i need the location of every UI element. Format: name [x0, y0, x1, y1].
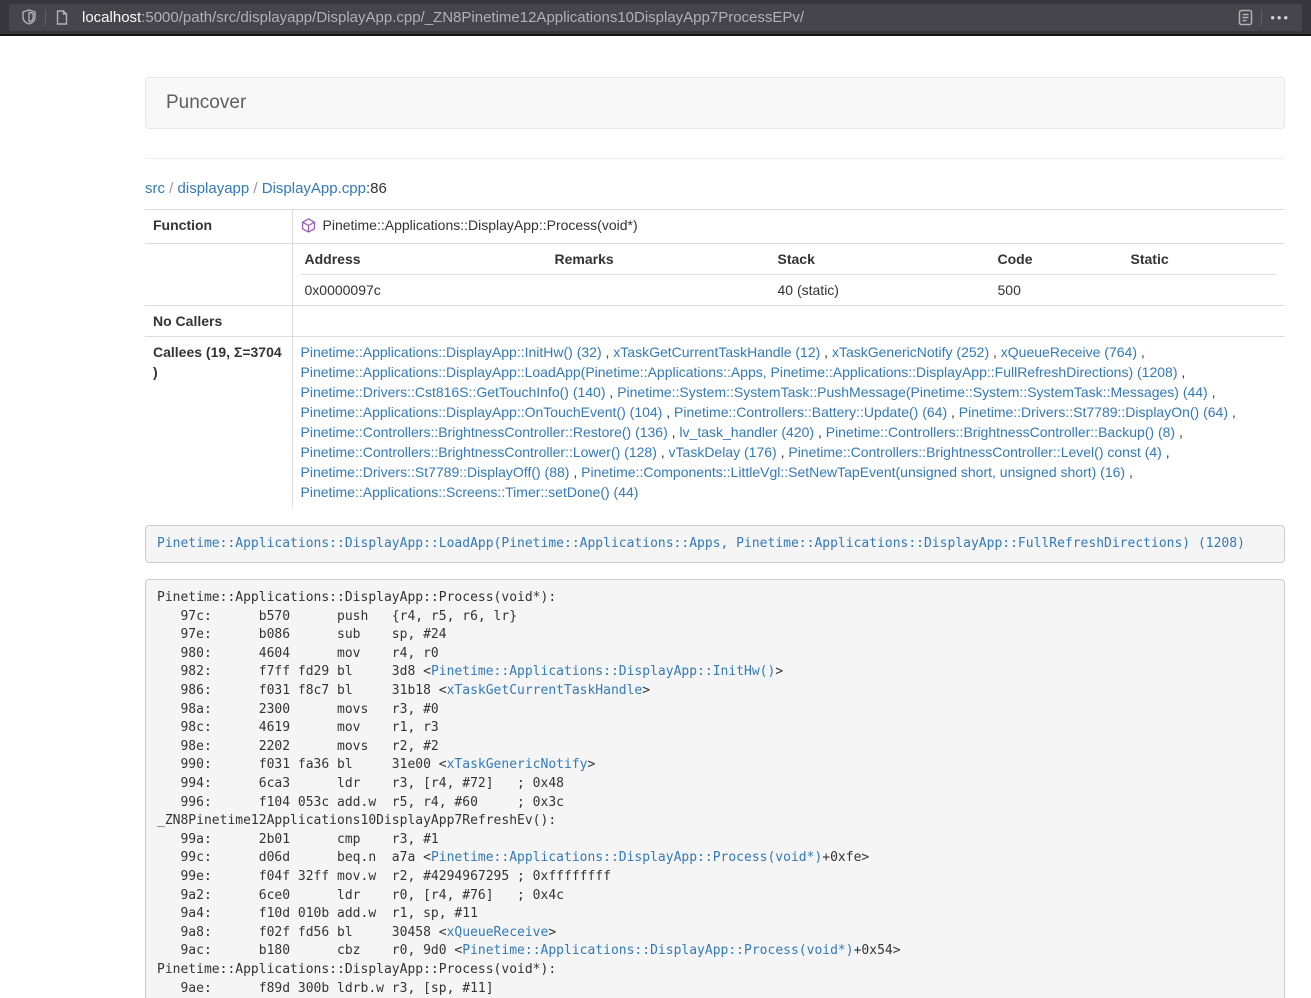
callees-row: Callees (19, Σ=3704 ) Pinetime::Applicat… — [145, 336, 1285, 507]
callee-link[interactable]: Pinetime::Controllers::Battery::Update()… — [674, 404, 947, 420]
breadcrumb-line-number: :86 — [366, 180, 387, 197]
urlbar-divider-right — [1261, 9, 1262, 26]
overflow-menu-icon[interactable]: ••• — [1266, 10, 1294, 25]
breadcrumb-separator: / — [165, 180, 178, 197]
callee-link[interactable]: Pinetime::Applications::DisplayApp::Init… — [301, 344, 602, 360]
code-symbol-link[interactable]: xTaskGenericNotify — [447, 757, 588, 772]
callee-link[interactable]: Pinetime::Applications::DisplayApp::Load… — [301, 364, 1178, 380]
highlighted-symbol-box: Pinetime::Applications::DisplayApp::Load… — [145, 525, 1285, 564]
callee-link[interactable]: Pinetime::Controllers::BrightnessControl… — [788, 444, 1161, 460]
metric-value-static — [1127, 274, 1278, 305]
metric-value-code: 500 — [994, 274, 1127, 305]
page-container: Puncover src / displayapp / DisplayApp.c… — [145, 36, 1285, 998]
divider — [145, 158, 1285, 159]
column-header-address: Address — [301, 244, 551, 275]
column-header-code: Code — [994, 244, 1127, 275]
highlighted-symbol-link[interactable]: Pinetime::Applications::DisplayApp::Load… — [157, 536, 1245, 551]
function-table: Function Pinetime::Applications::Display… — [145, 209, 1285, 507]
no-callers-label: No Callers — [145, 305, 292, 336]
function-row: Function Pinetime::Applications::Display… — [145, 210, 1285, 244]
callers-row: No Callers — [145, 305, 1285, 336]
breadcrumb-link[interactable]: DisplayApp.cpp — [262, 180, 366, 197]
page-icon[interactable] — [50, 5, 74, 29]
code-symbol-link[interactable]: xTaskGetCurrentTaskHandle — [447, 683, 643, 698]
breadcrumb-separator: / — [249, 180, 262, 197]
function-name: Pinetime::Applications::DisplayApp::Proc… — [323, 215, 638, 235]
callee-link[interactable]: Pinetime::Drivers::Cst816S::GetTouchInfo… — [301, 384, 606, 400]
metrics-values-row: 0x0000097c 40 (static)500 — [301, 274, 1278, 305]
callee-link[interactable]: xTaskGenericNotify (252) — [832, 344, 989, 360]
shield-icon[interactable] — [17, 5, 41, 29]
url-text[interactable]: localhost:5000/path/src/displayapp/Displ… — [82, 9, 1233, 26]
symbol-cube-icon — [301, 218, 316, 233]
reader-mode-icon[interactable] — [1233, 5, 1257, 29]
callee-link[interactable]: Pinetime::Applications::DisplayApp::OnTo… — [301, 404, 663, 420]
callee-link[interactable]: xQueueReceive (764) — [1001, 344, 1137, 360]
metrics-table: AddressRemarksStackCodeStatic 0x0000097c… — [301, 244, 1278, 305]
code-symbol-link[interactable]: Pinetime::Applications::DisplayApp::Proc… — [431, 850, 822, 865]
address-bar[interactable]: localhost:5000/path/src/displayapp/Displ… — [9, 4, 1302, 31]
metric-value-stack: 40 (static) — [774, 274, 994, 305]
callee-link[interactable]: vTaskDelay (176) — [669, 444, 777, 460]
metrics-row: AddressRemarksStackCodeStatic 0x0000097c… — [145, 243, 1285, 305]
metrics-header-row: AddressRemarksStackCodeStatic — [301, 244, 1278, 275]
column-header-remarks: Remarks — [551, 244, 774, 275]
navbar: Puncover — [145, 77, 1285, 129]
callee-link[interactable]: Pinetime::Drivers::St7789::DisplayOff() … — [301, 464, 570, 480]
callee-link[interactable]: Pinetime::Controllers::BrightnessControl… — [826, 424, 1175, 440]
metric-value-address: 0x0000097c — [301, 274, 551, 305]
url-host: localhost — [82, 9, 141, 26]
browser-toolbar: localhost:5000/path/src/displayapp/Displ… — [0, 0, 1311, 36]
code-symbol-link[interactable]: Pinetime::Applications::DisplayApp::Init… — [431, 664, 775, 679]
column-header-stack: Stack — [774, 244, 994, 275]
callee-link[interactable]: Pinetime::Components::LittleVgl::SetNewT… — [581, 464, 1125, 480]
urlbar-divider — [45, 9, 46, 26]
callee-link[interactable]: xTaskGetCurrentTaskHandle (12) — [613, 344, 820, 360]
callee-link[interactable]: Pinetime::Applications::Screens::Timer::… — [301, 484, 639, 500]
disassembly: Pinetime::Applications::DisplayApp::Proc… — [145, 579, 1285, 998]
url-path: :5000/path/src/displayapp/DisplayApp.cpp… — [141, 9, 804, 26]
function-label: Function — [145, 210, 292, 244]
callee-link[interactable]: Pinetime::Controllers::BrightnessControl… — [301, 424, 668, 440]
code-symbol-link[interactable]: xQueueReceive — [447, 925, 549, 940]
callee-link[interactable]: Pinetime::Drivers::St7789::DisplayOn() (… — [959, 404, 1228, 420]
code-symbol-link[interactable]: Pinetime::Applications::DisplayApp::Proc… — [462, 943, 853, 958]
callee-link[interactable]: lv_task_handler (420) — [679, 424, 814, 440]
column-header-static: Static — [1127, 244, 1278, 275]
breadcrumb-link[interactable]: src — [145, 180, 165, 197]
callee-link[interactable]: Pinetime::Controllers::BrightnessControl… — [301, 444, 657, 460]
callee-link[interactable]: Pinetime::System::SystemTask::PushMessag… — [617, 384, 1208, 400]
breadcrumb: src / displayapp / DisplayApp.cpp:86 — [145, 180, 1285, 197]
callees-cell: Pinetime::Applications::DisplayApp::Init… — [292, 336, 1285, 507]
metric-value-remarks — [551, 274, 774, 305]
callees-label: Callees (19, Σ=3704 ) — [145, 336, 292, 507]
brand-title: Puncover — [166, 92, 246, 114]
breadcrumb-link[interactable]: displayapp — [178, 180, 250, 197]
